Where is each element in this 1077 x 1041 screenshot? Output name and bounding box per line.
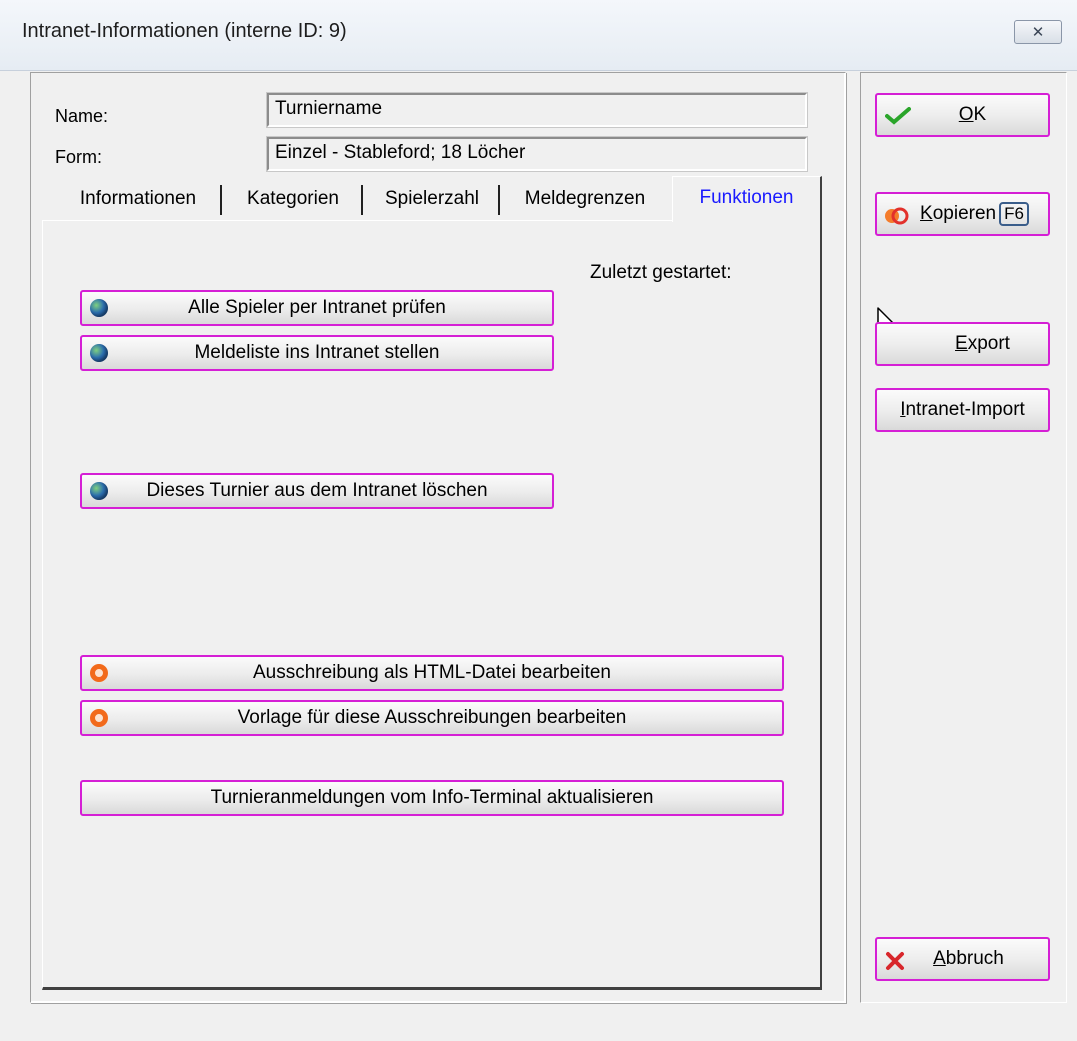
- intranet-import-label: Intranet-Import: [900, 399, 1025, 420]
- delete-tournament-button[interactable]: Dieses Turnier aus dem Intranet löschen: [80, 473, 554, 509]
- ok-button[interactable]: OK: [875, 93, 1050, 137]
- button-label: Dieses Turnier aus dem Intranet löschen: [146, 480, 488, 501]
- button-label: Turnieranmeldungen vom Info-Terminal akt…: [210, 787, 654, 808]
- ok-label: OK: [958, 104, 987, 125]
- export-button[interactable]: Export: [875, 322, 1050, 366]
- button-label: Vorlage für diese Ausschreibungen bearbe…: [237, 707, 627, 728]
- form-label: Form:: [55, 147, 102, 167]
- name-label: Name:: [55, 106, 109, 126]
- update-registrations-button[interactable]: Turnieranmeldungen vom Info-Terminal akt…: [80, 780, 784, 816]
- publish-entry-list-button[interactable]: Meldeliste ins Intranet stellen: [80, 335, 554, 371]
- edit-template-button[interactable]: Vorlage für diese Ausschreibungen bearbe…: [80, 700, 784, 736]
- tab-spielerzahl[interactable]: Spielerzahl: [366, 180, 498, 218]
- copy-label: Kopieren: [920, 203, 997, 224]
- intranet-import-button[interactable]: Intranet-Import: [875, 388, 1050, 432]
- tab-separator: [220, 185, 222, 215]
- globe-icon: [90, 482, 108, 500]
- button-label: Meldeliste ins Intranet stellen: [194, 342, 440, 363]
- window-title: Intranet-Informationen (interne ID: 9): [22, 20, 347, 42]
- cancel-icon: [886, 952, 904, 970]
- ring-icon: [90, 709, 108, 727]
- close-button[interactable]: ✕: [1014, 20, 1062, 44]
- export-label: Export: [955, 333, 1010, 354]
- check-players-button[interactable]: Alle Spieler per Intranet prüfen: [80, 290, 554, 326]
- copy-button[interactable]: Kopieren F6: [875, 192, 1050, 236]
- tab-separator: [498, 185, 500, 215]
- button-label: Alle Spieler per Intranet prüfen: [188, 297, 446, 318]
- tab-informationen[interactable]: Informationen: [52, 180, 224, 218]
- tab-separator: [361, 185, 363, 215]
- tab-meldegrenzen[interactable]: Meldegrenzen: [504, 180, 666, 218]
- title-bar: Intranet-Informationen (interne ID: 9) ✕: [0, 0, 1077, 71]
- globe-icon: [90, 299, 108, 317]
- globe-icon: [90, 344, 108, 362]
- tab-funktionen-label: Funktionen: [699, 187, 794, 208]
- tab-kategorien[interactable]: Kategorien: [226, 180, 360, 218]
- cancel-button[interactable]: Abbruch: [875, 937, 1050, 981]
- close-icon: ✕: [1031, 24, 1045, 41]
- last-started-label: Zuletzt gestartet:: [590, 262, 732, 283]
- name-field[interactable]: Turniername: [266, 92, 808, 128]
- form-field[interactable]: Einzel - Stableford; 18 Löcher: [266, 136, 808, 172]
- checkmark-icon: [885, 107, 911, 125]
- copy-icon: [885, 207, 909, 225]
- cancel-label: Abbruch: [933, 948, 1004, 969]
- ring-icon: [90, 664, 108, 682]
- tab-funktionen[interactable]: Funktionen: [672, 176, 822, 222]
- edit-html-announcement-button[interactable]: Ausschreibung als HTML-Datei bearbeiten: [80, 655, 784, 691]
- button-label: Ausschreibung als HTML-Datei bearbeiten: [252, 662, 611, 683]
- shortcut-badge: F6: [999, 202, 1029, 226]
